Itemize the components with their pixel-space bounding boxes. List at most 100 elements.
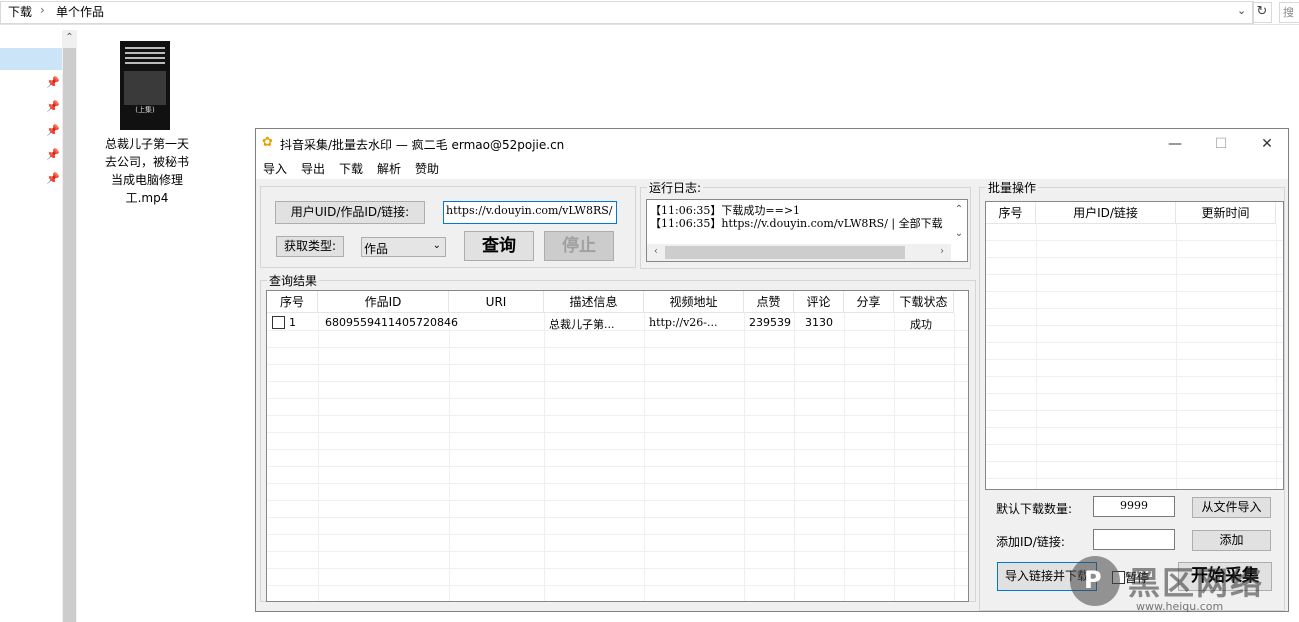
grid-line xyxy=(267,585,968,586)
scrollbar-thumb[interactable] xyxy=(63,48,76,622)
grid-line xyxy=(267,449,968,450)
grid-line xyxy=(744,313,745,601)
grid-line xyxy=(267,466,968,467)
grid-line xyxy=(267,330,968,331)
stop-button[interactable]: 停止 xyxy=(544,231,614,261)
grid-line xyxy=(267,551,968,552)
grid-line xyxy=(1036,224,1037,489)
scrollbar-thumb[interactable] xyxy=(665,246,905,259)
grid-line xyxy=(986,393,1283,394)
import-file-button[interactable]: 从文件导入 xyxy=(1192,497,1271,518)
column-header[interactable]: 作品ID xyxy=(318,291,449,313)
column-header[interactable]: 视频地址 xyxy=(644,291,744,313)
nav-selected-item[interactable] xyxy=(0,48,62,70)
grid-line xyxy=(267,517,968,518)
title-bar[interactable]: ✿ 抖音采集/批量去水印 — 疯二毛 ermao@52pojie.cn — ☐ … xyxy=(256,129,1288,159)
add-button[interactable]: 添加 xyxy=(1192,530,1271,551)
scroll-right-icon[interactable]: › xyxy=(934,244,950,260)
column-header[interactable]: 用户ID/链接 xyxy=(1036,202,1176,224)
column-header[interactable]: 下载状态 xyxy=(894,291,954,313)
column-header[interactable]: 序号 xyxy=(267,291,318,313)
grid-line xyxy=(267,415,968,416)
column-header[interactable]: 分享 xyxy=(844,291,894,313)
log-textbox[interactable]: 【11:06:35】下载成功==>1 【11:06:35】https://v.d… xyxy=(646,199,968,262)
log-line: 【11:06:35】https://v.douyin.com/vLW8RS/ |… xyxy=(650,217,943,230)
menu-sponsor[interactable]: 赞助 xyxy=(415,159,439,179)
results-title: 查询结果 xyxy=(269,274,318,288)
grid-line xyxy=(844,313,845,601)
close-button[interactable]: ✕ xyxy=(1244,129,1290,159)
column-header[interactable]: 序号 xyxy=(986,202,1036,224)
video-thumbnail[interactable]: (上集) xyxy=(120,41,170,130)
row-desc: 总裁儿子第... xyxy=(549,318,615,331)
grid-line xyxy=(986,308,1283,309)
thumbnail-caption: (上集) xyxy=(135,106,155,114)
breadcrumb-separator: › xyxy=(40,3,45,17)
file-name-label[interactable]: 总裁儿子第一天去公司，被秘书当成电脑修理工.mp4 xyxy=(100,135,194,207)
menu-export[interactable]: 导出 xyxy=(301,159,325,179)
grid-line xyxy=(986,240,1283,241)
column-header[interactable]: URI xyxy=(449,291,544,313)
grid-line xyxy=(267,568,968,569)
row-likes: 239539 xyxy=(749,316,791,329)
scroll-up-icon[interactable]: ⌃ xyxy=(951,202,967,218)
grid-line xyxy=(894,313,895,601)
grid-line xyxy=(1276,224,1277,489)
address-field[interactable] xyxy=(0,1,1254,24)
type-label: 获取类型: xyxy=(276,236,344,257)
uid-label-button[interactable]: 用户UID/作品ID/链接: xyxy=(275,201,425,224)
grid-line xyxy=(954,313,955,601)
row-status: 成功 xyxy=(910,318,932,331)
grid-line xyxy=(986,376,1283,377)
pin-icon: 📌 xyxy=(46,172,60,185)
address-bar: 下载 › 单个作品 ⌄ ↻ 搜 xyxy=(0,0,1299,25)
add-id-input[interactable] xyxy=(1093,529,1175,550)
row-checkbox[interactable] xyxy=(272,316,285,329)
add-id-label: 添加ID/链接: xyxy=(996,535,1065,549)
scroll-up-icon[interactable]: ⌃ xyxy=(62,30,77,46)
navigation-pane xyxy=(0,30,62,622)
pin-icon: 📌 xyxy=(46,100,60,113)
default-count-label: 默认下载数量: xyxy=(996,502,1073,516)
column-header[interactable]: 更新时间 xyxy=(1176,202,1276,224)
watermark-url: www.heiqu.com xyxy=(1136,600,1224,613)
pin-icon: 📌 xyxy=(46,76,60,89)
chevron-down-icon: ⌄ xyxy=(432,240,441,251)
default-count-input[interactable]: 9999 xyxy=(1093,496,1175,517)
menu-download[interactable]: 下载 xyxy=(339,159,363,179)
grid-line xyxy=(986,478,1283,479)
column-header[interactable]: 描述信息 xyxy=(544,291,644,313)
app-logo-icon: ✿ xyxy=(262,135,273,150)
grid-line xyxy=(986,410,1283,411)
grid-line xyxy=(986,342,1283,343)
grid-line xyxy=(318,313,319,601)
watermark-logo-icon: P xyxy=(1084,566,1102,594)
column-header[interactable]: 评论 xyxy=(794,291,844,313)
minimize-button[interactable]: — xyxy=(1152,129,1198,159)
batch-title: 批量操作 xyxy=(988,181,1037,195)
type-select[interactable]: 作品 ⌄ xyxy=(361,237,446,257)
column-header[interactable]: 点赞 xyxy=(744,291,794,313)
app-window: ✿ 抖音采集/批量去水印 — 疯二毛 ermao@52pojie.cn — ☐ … xyxy=(255,128,1289,612)
url-input[interactable]: https://v.douyin.com/vLW8RS/ xyxy=(443,201,617,224)
grid-line xyxy=(267,364,968,365)
row-index: 1 xyxy=(289,316,296,329)
menu-parse[interactable]: 解析 xyxy=(377,159,401,179)
scroll-down-icon[interactable]: ⌄ xyxy=(951,226,967,242)
breadcrumb-single-work[interactable]: 单个作品 xyxy=(56,3,104,20)
refresh-icon[interactable]: ↻ xyxy=(1252,2,1272,23)
maximize-button[interactable]: ☐ xyxy=(1198,129,1244,159)
grid-line xyxy=(986,461,1283,462)
scroll-left-icon[interactable]: ‹ xyxy=(648,244,664,260)
breadcrumb-downloads[interactable]: 下载 xyxy=(8,3,32,20)
grid-line xyxy=(449,313,450,601)
results-table[interactable]: 序号 作品ID URI 描述信息 视频地址 点赞 评论 分享 下载状态 1 68… xyxy=(266,290,969,602)
type-select-value: 作品 xyxy=(364,242,389,256)
query-button[interactable]: 查询 xyxy=(464,231,534,261)
batch-table[interactable]: 序号 用户ID/链接 更新时间 xyxy=(985,201,1284,490)
grid-line xyxy=(986,274,1283,275)
pin-icon: 📌 xyxy=(46,124,60,137)
address-dropdown-icon[interactable]: ⌄ xyxy=(1237,4,1246,17)
menu-import[interactable]: 导入 xyxy=(263,159,287,179)
search-input[interactable]: 搜 xyxy=(1279,2,1299,23)
